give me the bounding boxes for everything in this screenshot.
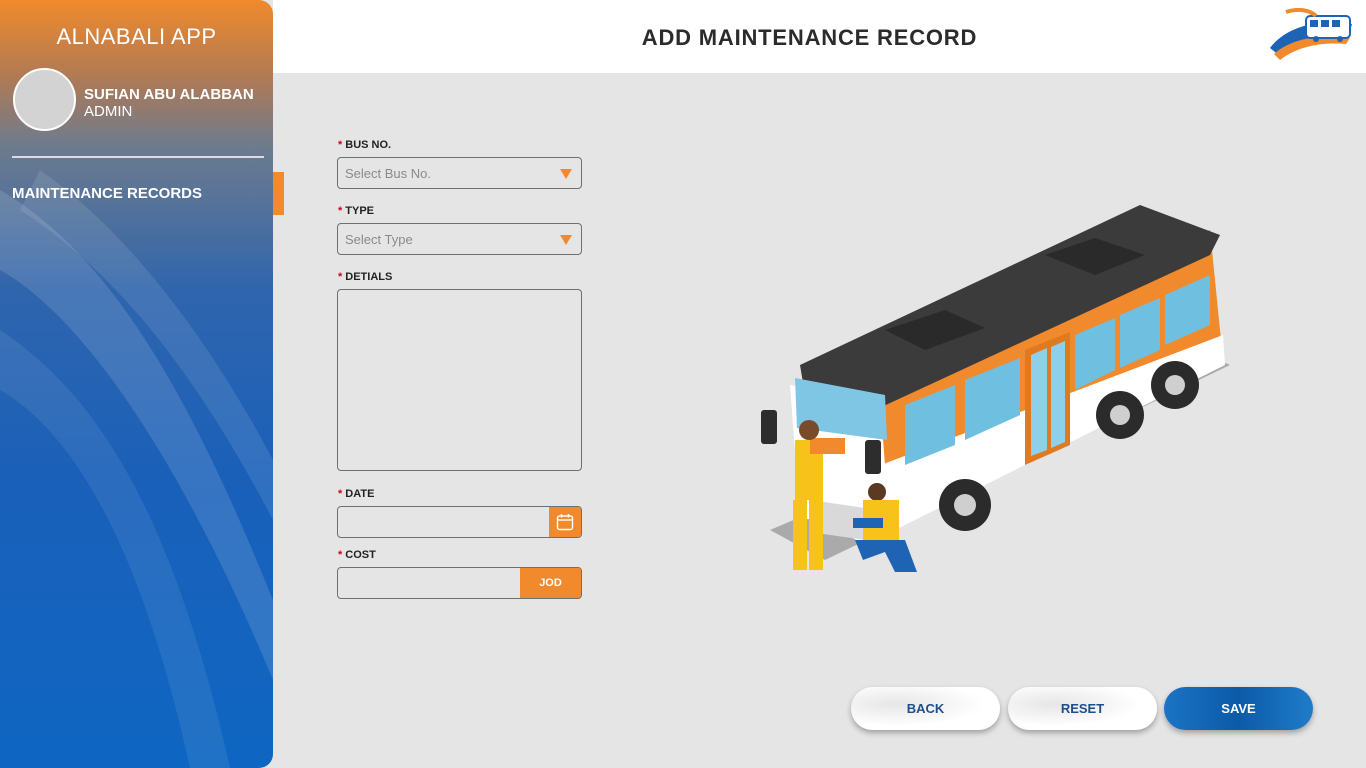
- sidebar-item-maintenance-records[interactable]: MAINTENANCE RECORDS: [12, 185, 202, 202]
- bus-no-label: * BUS NO.: [338, 139, 391, 151]
- save-button[interactable]: SAVE: [1164, 687, 1313, 730]
- type-label-text: TYPE: [345, 205, 375, 217]
- details-label: * DETIALS: [338, 271, 392, 283]
- bus-logo-icon: [1270, 8, 1352, 60]
- required-mark: *: [338, 205, 343, 217]
- bus-maintenance-illustration: [761, 205, 1230, 572]
- type-label: * TYPE: [338, 205, 374, 217]
- reset-button[interactable]: RESET: [1008, 687, 1157, 730]
- required-mark: *: [338, 549, 343, 561]
- sidebar-divider: [12, 156, 264, 158]
- details-textarea[interactable]: [337, 289, 582, 471]
- avatar[interactable]: [13, 68, 76, 131]
- date-input[interactable]: [337, 506, 582, 538]
- cost-label-text: COST: [345, 549, 376, 561]
- required-mark: *: [338, 488, 343, 500]
- details-label-text: DETIALS: [345, 271, 393, 283]
- app-title: ALNABALI APP: [56, 24, 217, 49]
- calendar-icon: [556, 514, 574, 531]
- date-label: * DATE: [338, 488, 374, 500]
- type-select[interactable]: Select Type: [337, 223, 582, 255]
- user-role: ADMIN: [84, 103, 133, 120]
- dropdown-arrow-icon: [560, 169, 572, 179]
- bus-no-label-text: BUS NO.: [345, 139, 392, 151]
- back-button[interactable]: BACK: [851, 687, 1000, 730]
- header: ADD MAINTENANCE RECORD: [273, 0, 1366, 73]
- date-label-text: DATE: [345, 488, 375, 500]
- date-picker-button[interactable]: [549, 507, 581, 537]
- dropdown-arrow-icon: [560, 235, 572, 245]
- user-name: SUFIAN ABU ALABBAN: [84, 86, 254, 103]
- page-title: ADD MAINTENANCE RECORD: [641, 25, 978, 50]
- cost-label: * COST: [338, 549, 376, 561]
- cost-input[interactable]: JOD: [337, 567, 582, 599]
- type-placeholder: Select Type: [345, 232, 413, 247]
- bus-no-placeholder: Select Bus No.: [345, 166, 431, 181]
- active-nav-indicator: [273, 172, 284, 215]
- required-mark: *: [338, 271, 343, 283]
- currency-badge: JOD: [520, 568, 581, 598]
- required-mark: *: [338, 139, 343, 151]
- sidebar: ALNABALI APP SUFIAN ABU ALABBAN ADMIN MA…: [0, 0, 273, 768]
- bus-no-select[interactable]: Select Bus No.: [337, 157, 582, 189]
